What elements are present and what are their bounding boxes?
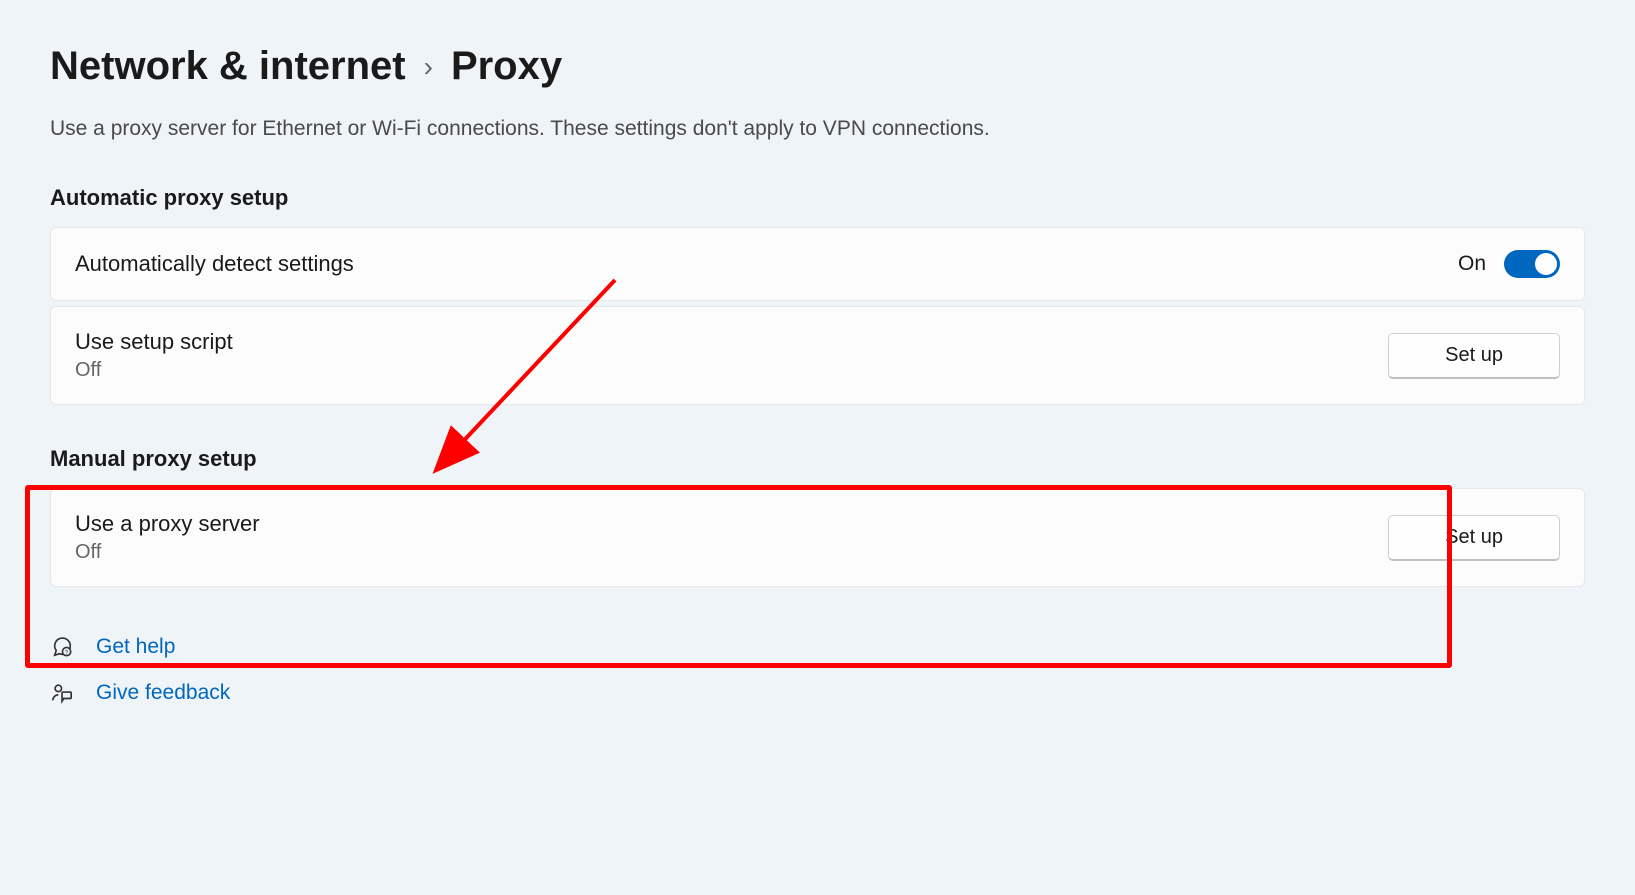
setup-script-status: Off [75,359,233,382]
help-icon: ? [50,636,74,658]
feedback-icon [50,682,74,704]
toggle-knob [1535,253,1557,275]
give-feedback-text: Give feedback [96,681,230,705]
breadcrumb: Network & internet › Proxy [50,44,1585,89]
setup-script-button[interactable]: Set up [1388,333,1560,379]
use-proxy-status: Off [75,541,260,564]
automatic-proxy-heading: Automatic proxy setup [50,185,1585,211]
setup-script-card: Use setup script Off Set up [50,306,1585,405]
auto-detect-label: Automatically detect settings [75,251,354,277]
chevron-right-icon: › [424,51,433,83]
use-proxy-card: Use a proxy server Off Set up [50,488,1585,587]
help-links: ? Get help Give feedback [50,635,1585,705]
breadcrumb-parent[interactable]: Network & internet [50,44,406,89]
manual-proxy-heading: Manual proxy setup [50,446,1585,472]
get-help-text: Get help [96,635,175,659]
setup-script-label: Use setup script [75,329,233,355]
auto-detect-toggle[interactable] [1504,250,1560,278]
breadcrumb-current: Proxy [451,44,562,89]
use-proxy-setup-button[interactable]: Set up [1388,515,1560,561]
use-proxy-label: Use a proxy server [75,511,260,537]
svg-text:?: ? [65,649,69,656]
page-description: Use a proxy server for Ethernet or Wi-Fi… [50,117,1585,141]
get-help-link[interactable]: ? Get help [50,635,1585,659]
auto-detect-card: Automatically detect settings On [50,227,1585,301]
auto-detect-state-text: On [1458,252,1486,276]
give-feedback-link[interactable]: Give feedback [50,681,1585,705]
